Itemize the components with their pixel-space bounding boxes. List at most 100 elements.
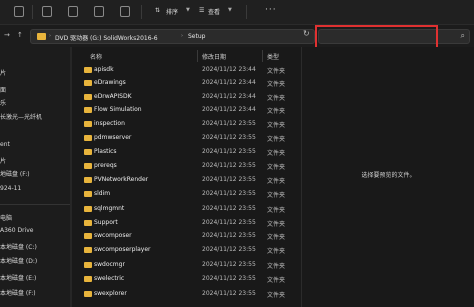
file-list: 名称 修改日期 类型 apisdk 2024/11/12 23:44 文件夹 eDr…: [76, 47, 296, 307]
paste-icon[interactable]: [94, 6, 104, 17]
file-row[interactable]: Support 2024/11/12 23:55 文件夹: [76, 218, 296, 230]
folder-icon: [84, 191, 92, 197]
sidebar-item[interactable]: 924-11: [0, 185, 21, 192]
back-arrow-icon[interactable]: →: [4, 31, 10, 39]
file-type: 文件夹: [267, 164, 286, 171]
column-divider[interactable]: [262, 50, 263, 62]
file-row[interactable]: apisdk 2024/11/12 23:44 文件夹: [76, 65, 296, 77]
sidebar-item-this-pc[interactable]: 电脑: [0, 213, 12, 222]
sidebar-item[interactable]: 本地磁盘 (C:): [0, 242, 37, 251]
column-header-date[interactable]: 修改日期: [202, 52, 226, 61]
sidebar-item[interactable]: 本地磁盘 (D:): [0, 256, 37, 265]
sidebar-item[interactable]: 地磁盘 (F:): [0, 169, 30, 178]
file-name: swexplorer: [94, 290, 127, 297]
file-date: 2024/11/12 23:55: [202, 190, 256, 197]
file-name: Plastics: [94, 148, 117, 155]
breadcrumb-setup[interactable]: Setup: [188, 33, 205, 40]
sidebar-item[interactable]: 本地磁盘 (F:): [0, 288, 36, 297]
file-date: 2024/11/12 23:55: [202, 219, 256, 226]
breadcrumb-drive[interactable]: DVD 驱动器 (G:) SolidWorks2016-6: [55, 33, 158, 42]
file-type: 文件夹: [267, 277, 286, 284]
column-header-type[interactable]: 类型: [267, 52, 279, 61]
chevron-right-icon: ›: [181, 33, 183, 39]
file-row[interactable]: PVNetworkRender 2024/11/12 23:55 文件夹: [76, 175, 296, 187]
file-date: 2024/11/12 23:55: [202, 205, 256, 212]
sidebar-divider: [0, 204, 70, 205]
command-bar: ⇅ 排序 ▼ ☰ 查看 ▼ ···: [0, 0, 474, 25]
sidebar-item[interactable]: 片: [0, 156, 6, 165]
sidebar-item[interactable]: 面: [0, 85, 6, 94]
file-date: 2024/11/12 23:55: [202, 261, 256, 268]
refresh-icon[interactable]: ↻: [303, 29, 310, 38]
rename-icon[interactable]: [120, 6, 130, 17]
preview-message: 选择要预览的文件。: [361, 172, 416, 179]
file-name: swdocmgr: [94, 261, 125, 268]
folder-icon: [84, 107, 92, 113]
file-date: 2024/11/12 23:55: [202, 290, 256, 297]
folder-icon: [84, 276, 92, 282]
file-row[interactable]: Plastics 2024/11/12 23:55 文件夹: [76, 147, 296, 159]
sidebar-item[interactable]: A360 Drive: [0, 227, 33, 234]
new-item-icon[interactable]: [14, 6, 24, 17]
folder-icon: [84, 220, 92, 226]
file-type: 文件夹: [267, 192, 286, 199]
file-date: 2024/11/12 23:44: [202, 79, 256, 86]
file-type: 文件夹: [267, 95, 286, 102]
sidebar-scrollbar[interactable]: [70, 47, 72, 307]
sort-icon: ⇅: [155, 7, 161, 14]
file-row[interactable]: swexplorer 2024/11/12 23:55 文件夹: [76, 289, 296, 301]
folder-icon: [84, 94, 92, 100]
file-name: swcomposer: [94, 232, 132, 239]
file-name: inspection: [94, 120, 125, 127]
file-name: apisdk: [94, 66, 114, 73]
navigation-pane: 面 片 面 乐 长激光—光纤机 ent 片 地磁盘 (F:) 924-11 电脑…: [0, 47, 72, 307]
file-row[interactable]: prereqs 2024/11/12 23:55 文件夹: [76, 161, 296, 173]
toolbar-divider: [246, 5, 247, 19]
file-row[interactable]: inspection 2024/11/12 23:55 文件夹: [76, 119, 296, 131]
more-options-button[interactable]: ···: [265, 5, 277, 15]
file-name: Support: [94, 219, 118, 226]
folder-icon: [37, 33, 46, 40]
file-row[interactable]: sldim 2024/11/12 23:55 文件夹: [76, 189, 296, 201]
sidebar-item[interactable]: 长激光—光纤机: [0, 112, 42, 121]
column-header-name[interactable]: 名称: [90, 52, 102, 61]
folder-icon: [84, 80, 92, 86]
file-row[interactable]: swdocmgr 2024/11/12 23:55 文件夹: [76, 260, 296, 272]
toolbar-divider: [141, 5, 142, 19]
file-name: eDrwAPISDK: [94, 93, 132, 100]
file-row[interactable]: swcomposer 2024/11/12 23:55 文件夹: [76, 231, 296, 243]
file-date: 2024/11/12 23:55: [202, 134, 256, 141]
sidebar-item[interactable]: 片: [0, 68, 6, 77]
view-icon: ☰: [199, 7, 205, 14]
file-name: PVNetworkRender: [94, 176, 149, 183]
file-row[interactable]: pdmwserver 2024/11/12 23:55 文件夹: [76, 133, 296, 145]
file-row[interactable]: sqlmgmnt 2024/11/12 23:55 文件夹: [76, 204, 296, 216]
file-type: 文件夹: [267, 136, 286, 143]
copy-icon[interactable]: [68, 6, 78, 17]
chevron-down-icon: ▼: [186, 7, 190, 13]
file-type: 文件夹: [267, 263, 286, 270]
column-divider[interactable]: [197, 50, 198, 62]
file-name: pdmwserver: [94, 134, 132, 141]
cut-icon[interactable]: [42, 6, 52, 17]
file-name: swcomposerplayer: [94, 246, 151, 253]
folder-icon: [84, 206, 92, 212]
up-arrow-icon[interactable]: ↑: [17, 31, 23, 39]
file-name: sldim: [94, 190, 111, 197]
sidebar-item[interactable]: ent: [0, 141, 10, 148]
sidebar-item[interactable]: 乐: [0, 98, 6, 107]
file-row[interactable]: swelectric 2024/11/12 23:55 文件夹: [76, 274, 296, 286]
file-date: 2024/11/12 23:55: [202, 275, 256, 282]
file-row[interactable]: Flow Simulation 2024/11/12 23:44 文件夹: [76, 105, 296, 117]
address-bar[interactable]: › DVD 驱动器 (G:) SolidWorks2016-6 › Setup …: [30, 29, 323, 44]
file-row[interactable]: swcomposerplayer 2024/11/12 23:55 文件夹: [76, 245, 296, 257]
file-type: 文件夹: [267, 221, 286, 228]
folder-icon: [84, 247, 92, 253]
view-label: 查看: [208, 9, 221, 16]
file-date: 2024/11/12 23:55: [202, 120, 256, 127]
sidebar-item[interactable]: 本地磁盘 (E:): [0, 273, 36, 282]
file-name: swelectric: [94, 275, 125, 282]
file-row[interactable]: eDrwAPISDK 2024/11/12 23:44 文件夹: [76, 92, 296, 104]
file-row[interactable]: eDrawings 2024/11/12 23:44 文件夹: [76, 78, 296, 90]
toolbar-divider: [32, 5, 33, 19]
